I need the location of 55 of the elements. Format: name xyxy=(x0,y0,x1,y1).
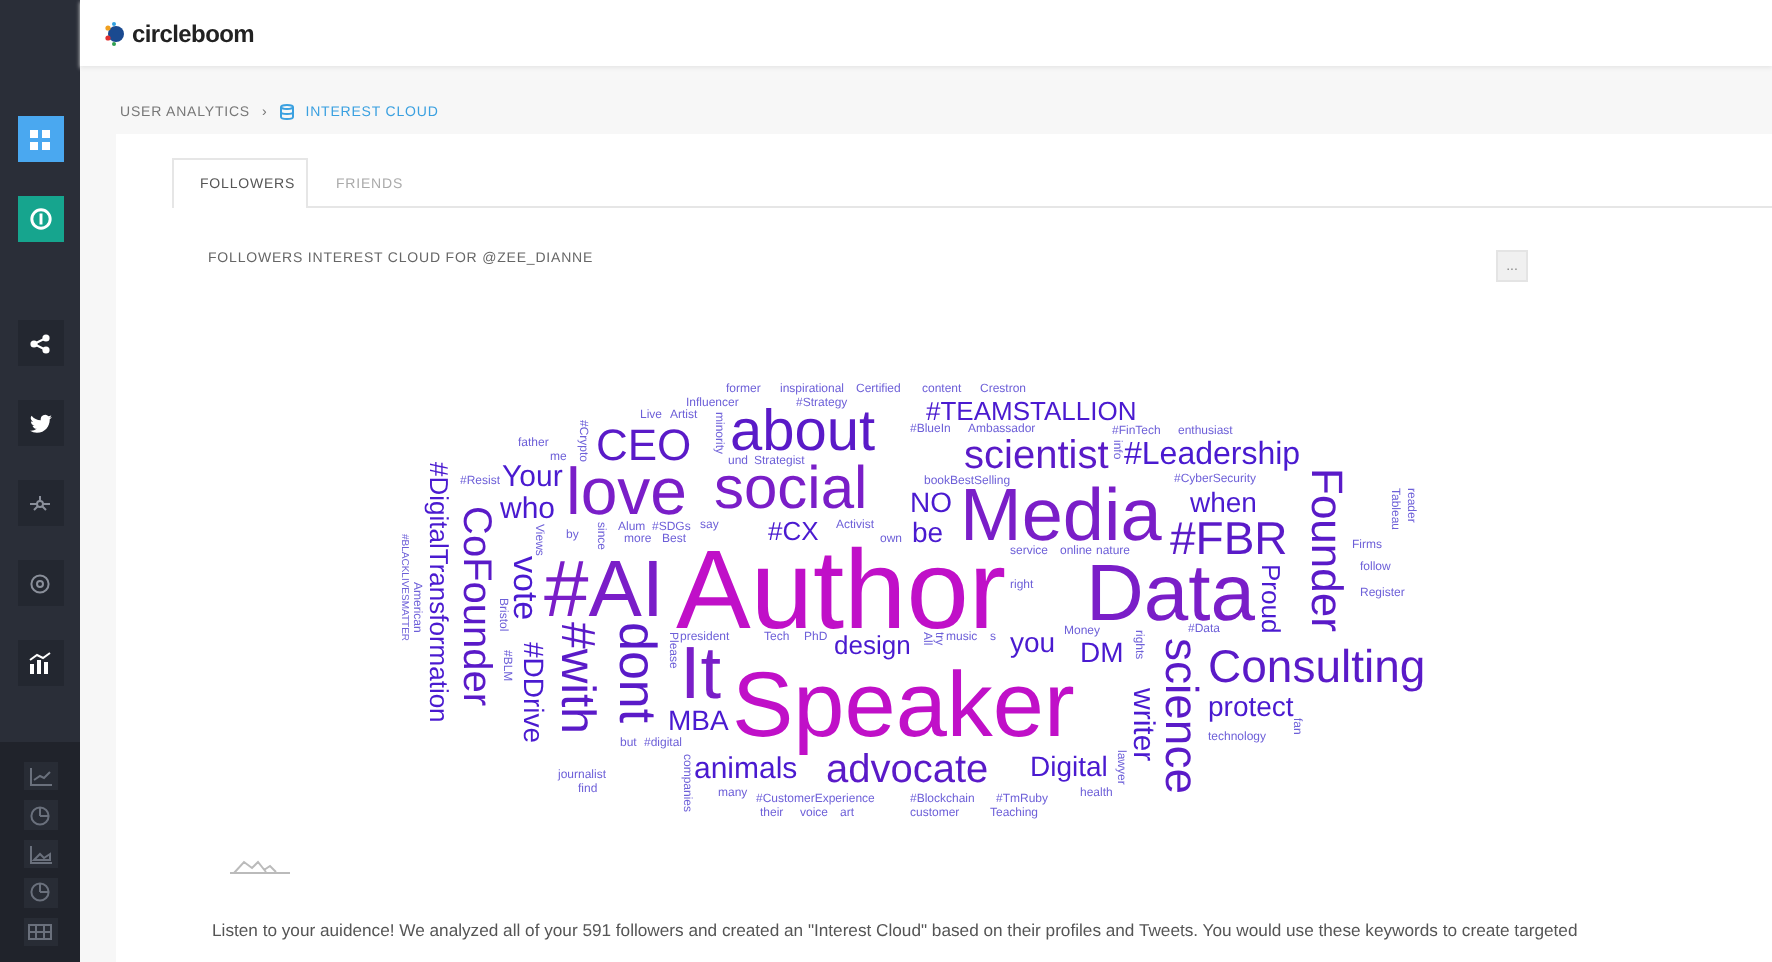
line-chart-icon[interactable] xyxy=(23,762,57,791)
cloud-word: #AI xyxy=(544,560,665,621)
logo-icon xyxy=(104,21,128,45)
database-icon xyxy=(279,104,294,120)
cloud-word: vote xyxy=(508,556,542,621)
cloud-word: Author xyxy=(676,547,1006,632)
cloud-word: It xyxy=(680,646,722,703)
cloud-word: #DDrive xyxy=(520,642,548,744)
cloud-word: #Leadership xyxy=(1124,440,1301,473)
cloud-word: dont xyxy=(612,622,664,724)
wave-icon xyxy=(228,858,292,876)
cloud-word: CoFounder xyxy=(456,506,496,707)
cloud-word: DM xyxy=(1080,638,1124,667)
pie-chart-icon[interactable] xyxy=(23,800,57,830)
share-icon[interactable] xyxy=(17,320,63,366)
cloud-word: Speaker xyxy=(732,658,1075,751)
cloud-word: animals xyxy=(694,754,798,785)
chart-icon[interactable] xyxy=(17,640,63,686)
cloud-word: Data xyxy=(1086,564,1255,625)
cloud-word: Consulting xyxy=(1208,643,1426,690)
cloud-word: Digital xyxy=(1030,752,1108,781)
cloud-word: love xyxy=(566,468,688,518)
network-icon[interactable] xyxy=(17,480,63,526)
cloud-word: advocate xyxy=(826,750,989,791)
cloud-word: #TEAMSTALLION xyxy=(926,397,1137,424)
logo-text: circleboom xyxy=(132,19,255,47)
cloud-word: #CX xyxy=(768,517,819,544)
cloud-word: Your xyxy=(502,462,563,493)
cloud-word: Proud xyxy=(1258,564,1284,634)
cloud-word: about xyxy=(730,412,876,456)
cloud-word: protect xyxy=(1208,692,1294,721)
twitter-icon[interactable] xyxy=(17,400,63,446)
cloud-word: MBA xyxy=(668,706,729,735)
grid-icon[interactable] xyxy=(17,116,63,162)
target-icon[interactable] xyxy=(17,560,63,606)
cloud-word: #DigitalTransformation xyxy=(426,462,452,723)
cloud-word: NO xyxy=(910,488,952,517)
description-text: Listen to your auidence! We analyzed all of your 591 followers and created an "Interest Cloud" based on their profiles and Tweets. You would use these keywords to create targeted xyxy=(212,920,1580,940)
cloud-word: writer xyxy=(1128,688,1158,762)
cloud-word: design xyxy=(834,631,911,658)
cloud-word: scientist xyxy=(964,436,1109,477)
cloud-word: CEO xyxy=(596,423,692,468)
cloud-word: you xyxy=(1010,628,1056,657)
pie-chart-icon[interactable] xyxy=(23,878,57,908)
cloud-word: Founder xyxy=(1304,468,1348,632)
cloud-word: be xyxy=(912,518,944,547)
cloud-word: Media xyxy=(960,488,1162,545)
area-chart-icon[interactable] xyxy=(23,839,57,869)
cloud-word: #with xyxy=(552,622,600,735)
cloud-word: who xyxy=(500,494,556,525)
cloud-word: #FBR xyxy=(1170,516,1288,563)
cloud-word: social xyxy=(714,468,868,514)
cloud-word: science xyxy=(1158,638,1204,794)
table-icon[interactable] xyxy=(23,917,57,947)
cloud-word: when xyxy=(1190,488,1257,517)
